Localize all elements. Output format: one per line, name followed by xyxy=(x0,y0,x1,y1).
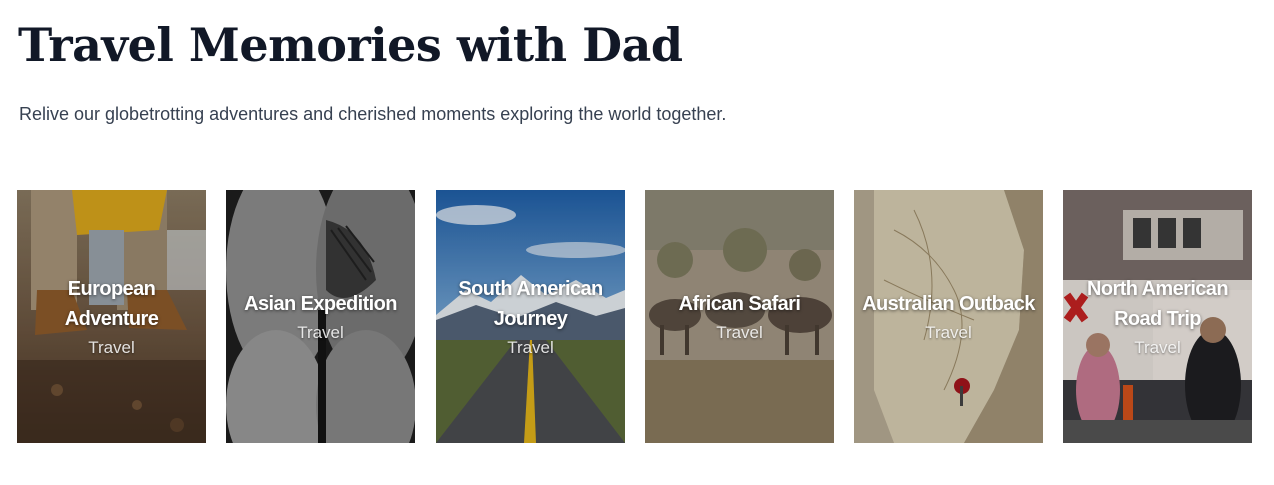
card-title: North American Road Trip xyxy=(1087,277,1228,330)
card-african-safari[interactable]: African Safari Travel xyxy=(645,190,834,443)
card-title: South American Journey xyxy=(458,277,603,330)
card-north-american-road-trip[interactable]: North American Road Trip Travel xyxy=(1063,190,1252,443)
card-category: Travel xyxy=(507,337,554,357)
travel-cards-grid: European Adventure Travel Asian Expediti… xyxy=(17,190,1257,443)
card-european-adventure[interactable]: European Adventure Travel xyxy=(17,190,206,443)
card-category: Travel xyxy=(1134,337,1181,357)
page-title: Travel Memories with Dad xyxy=(18,18,683,72)
card-title: Asian Expedition xyxy=(244,292,397,315)
page: Travel Memories with Dad Relive our glob… xyxy=(0,0,1274,485)
card-australian-outback[interactable]: Australian Outback Travel xyxy=(854,190,1043,443)
card-asian-expedition[interactable]: Asian Expedition Travel xyxy=(226,190,415,443)
card-title: Australian Outback xyxy=(862,292,1035,315)
card-title: European Adventure xyxy=(64,277,159,330)
card-category: Travel xyxy=(716,322,763,342)
card-title: African Safari xyxy=(678,292,801,315)
card-category: Travel xyxy=(88,337,135,357)
card-south-american-journey[interactable]: South American Journey Travel xyxy=(436,190,625,443)
card-category: Travel xyxy=(297,322,344,342)
card-category: Travel xyxy=(925,322,972,342)
page-subtitle: Relive our globetrotting adventures and … xyxy=(19,104,727,124)
